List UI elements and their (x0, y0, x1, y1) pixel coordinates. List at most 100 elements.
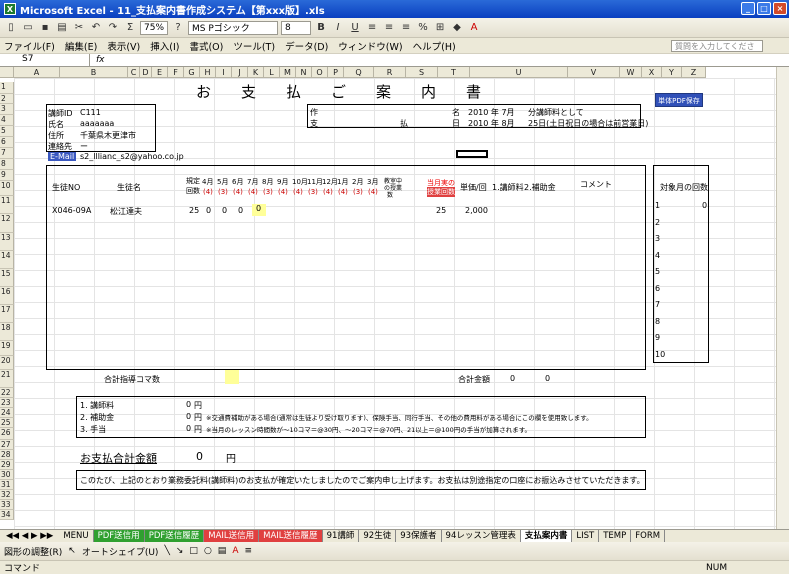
menu-file[interactable]: ファイル(F) (4, 39, 55, 53)
row1-student-id[interactable]: X046-09A (52, 206, 91, 215)
row-header[interactable]: 3 (0, 104, 14, 115)
row-header[interactable]: 13 (0, 233, 14, 251)
row1-jun[interactable]: 0 (238, 206, 243, 215)
align-center-icon[interactable]: ≡ (382, 21, 396, 35)
row-header[interactable]: 5 (0, 126, 14, 137)
sheet-tab[interactable]: MAIL送信履歴 (259, 530, 323, 542)
borders-icon[interactable]: ⊞ (433, 21, 447, 35)
column-header[interactable]: O (312, 67, 328, 78)
undo-icon[interactable]: ↶ (89, 21, 103, 35)
row-header[interactable]: 26 (0, 428, 14, 440)
fill-color-icon[interactable]: ◆ (450, 21, 464, 35)
row-header[interactable]: 20 (0, 356, 14, 370)
save-icon[interactable]: ▪ (38, 21, 52, 35)
row1-unit[interactable]: 2,000 (465, 206, 488, 215)
italic-button[interactable]: I (331, 21, 345, 35)
row1-koma[interactable]: 25 (189, 206, 199, 215)
row-header[interactable]: 29 (0, 460, 14, 470)
column-header[interactable]: S (406, 67, 438, 78)
sheet-tab[interactable]: MENU (59, 530, 94, 542)
underline-button[interactable]: U (348, 21, 362, 35)
value-id[interactable]: C111 (80, 108, 101, 117)
item-amount[interactable]: 0 (186, 424, 191, 433)
row-header[interactable]: 17 (0, 305, 14, 323)
sheet-tab[interactable]: FORM (631, 530, 666, 542)
rectangle-icon[interactable]: □ (189, 546, 198, 556)
row-header[interactable]: 18 (0, 323, 14, 341)
target-value[interactable]: 0 (702, 201, 707, 210)
help-icon[interactable]: ? (171, 21, 185, 35)
column-header[interactable]: Y (662, 67, 682, 78)
menu-data[interactable]: データ(D) (285, 39, 328, 53)
line-icon[interactable]: ╲ (164, 546, 169, 556)
item-amount[interactable]: 0 (186, 400, 191, 409)
tab-nav-arrows[interactable]: ◀◀ ◀ ▶ ▶▶ (0, 531, 59, 541)
menu-insert[interactable]: 挿入(I) (150, 39, 179, 53)
column-header[interactable]: X (642, 67, 662, 78)
column-header[interactable]: L (264, 67, 280, 78)
autoshape-menu[interactable]: オートシェイプ(U) (82, 545, 159, 558)
font-color-draw-icon[interactable]: A (232, 546, 238, 556)
menu-window[interactable]: ウィンドウ(W) (338, 39, 402, 53)
column-header[interactable]: K (248, 67, 264, 78)
column-header[interactable]: N (296, 67, 312, 78)
menu-help[interactable]: ヘルプ(H) (413, 39, 456, 53)
column-header[interactable]: P (328, 67, 344, 78)
column-header[interactable]: H (200, 67, 216, 78)
sheet-tab[interactable]: MAIL送信用 (204, 530, 260, 542)
row-header[interactable]: 22 (0, 388, 14, 398)
column-header[interactable]: T (438, 67, 470, 78)
selected-cell[interactable] (456, 150, 488, 158)
new-file-icon[interactable]: ▯ (4, 21, 18, 35)
column-header[interactable]: Z (682, 67, 706, 78)
close-button[interactable]: × (773, 2, 787, 15)
row-header[interactable]: 16 (0, 287, 14, 305)
row-header[interactable]: 10 (0, 181, 14, 196)
value-address[interactable]: 千葉県木更津市 (80, 130, 136, 141)
maximize-button[interactable]: □ (757, 2, 771, 15)
column-header[interactable]: R (374, 67, 406, 78)
row1-jul[interactable]: 0 (252, 204, 266, 216)
menu-view[interactable]: 表示(V) (107, 39, 140, 53)
align-right-icon[interactable]: ≡ (399, 21, 413, 35)
zoom-select[interactable]: 75% (140, 20, 169, 35)
row-header[interactable]: 19 (0, 341, 14, 356)
menu-tools[interactable]: ツール(T) (233, 39, 275, 53)
menu-format[interactable]: 書式(O) (189, 39, 223, 53)
minimize-button[interactable]: _ (741, 2, 755, 15)
name-box[interactable]: S7 (0, 54, 90, 66)
column-header[interactable]: E (152, 67, 168, 78)
sheet-tab[interactable]: PDF送信履歴 (144, 530, 205, 542)
textbox-icon[interactable]: ▤ (218, 546, 227, 556)
column-header[interactable]: F (168, 67, 184, 78)
sheet-tab[interactable]: 92生徒 (359, 530, 397, 542)
row1-apr[interactable]: 0 (206, 206, 211, 215)
row-header[interactable]: 21 (0, 370, 14, 388)
column-header[interactable]: W (620, 67, 642, 78)
font-select[interactable]: MS Pゴシック (188, 20, 279, 35)
column-header[interactable]: J (232, 67, 248, 78)
column-header[interactable]: D (140, 67, 152, 78)
sheet-tab[interactable]: 93保護者 (396, 530, 442, 542)
row-header[interactable]: 23 (0, 398, 14, 408)
column-header[interactable]: G (184, 67, 200, 78)
row-header[interactable]: 27 (0, 440, 14, 450)
row-header[interactable]: 1 (0, 82, 14, 94)
column-header[interactable]: C (128, 67, 140, 78)
item-amount[interactable]: 0 (186, 412, 191, 421)
sheet-tab[interactable]: LIST (572, 530, 600, 542)
oval-icon[interactable]: ○ (204, 546, 212, 556)
row-header[interactable]: 7 (0, 148, 14, 159)
vertical-scrollbar[interactable] (776, 67, 789, 529)
column-header[interactable]: A (14, 67, 60, 78)
percent-icon[interactable]: % (416, 21, 430, 35)
font-color-icon[interactable]: A (467, 21, 481, 35)
row1-may[interactable]: 0 (222, 206, 227, 215)
row-header[interactable]: 8 (0, 159, 14, 170)
row-header[interactable]: 24 (0, 408, 14, 418)
value-contact[interactable]: ー (80, 141, 88, 152)
column-header[interactable]: B (60, 67, 128, 78)
select-pointer-icon[interactable]: ↖ (68, 546, 76, 556)
row1-total[interactable]: 25 (436, 206, 446, 215)
select-all-corner[interactable] (0, 67, 14, 78)
